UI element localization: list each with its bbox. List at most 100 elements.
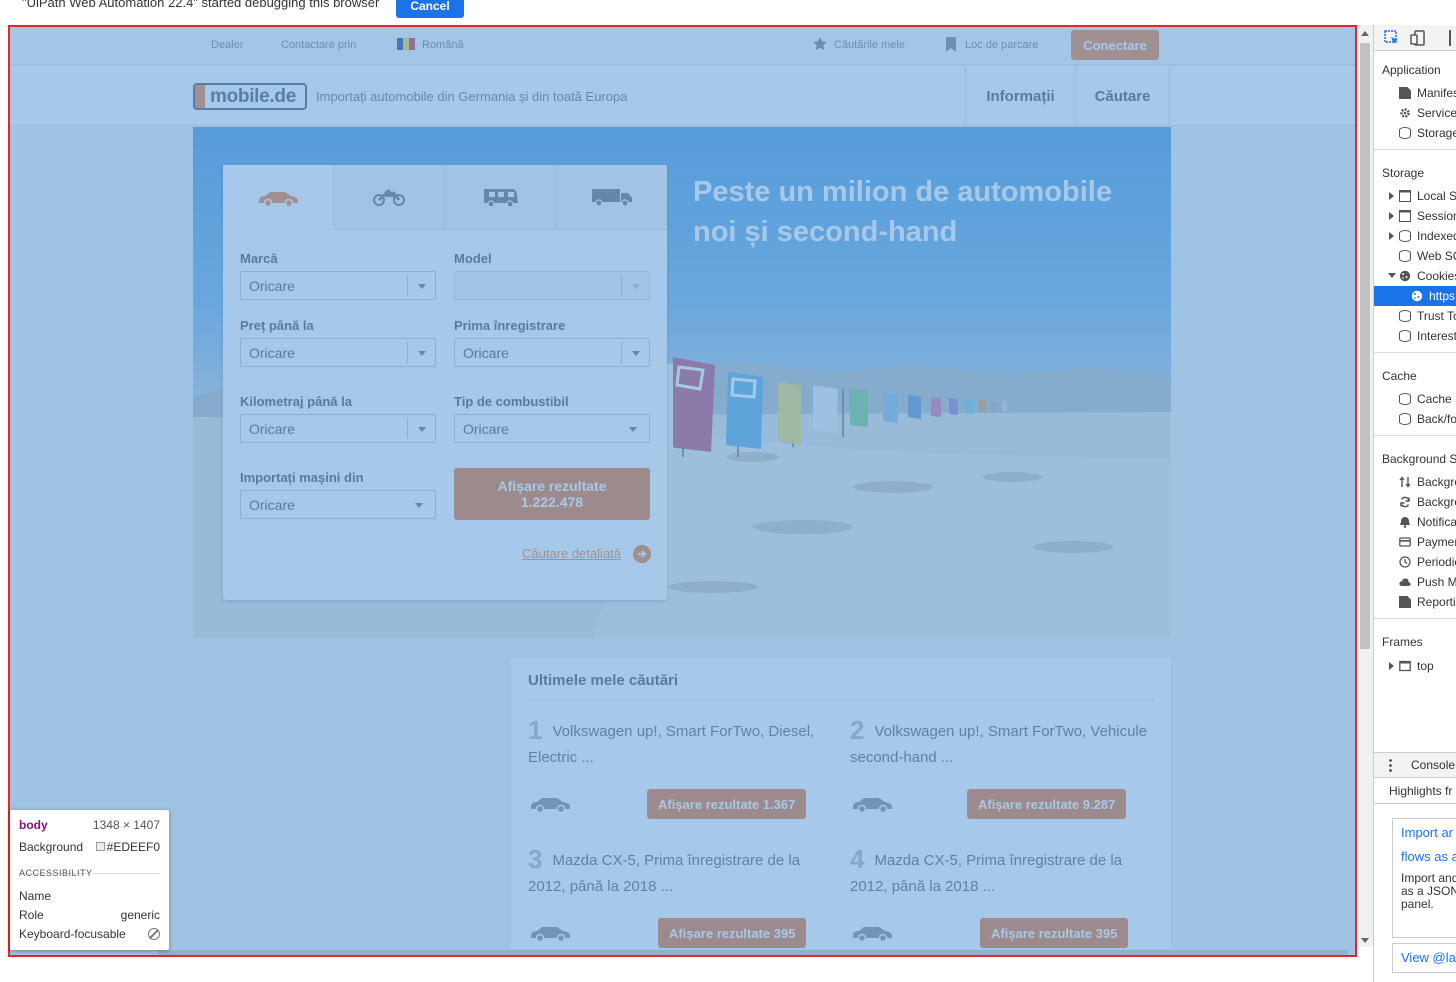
color-swatch <box>95 842 105 851</box>
devtools-item-payment-handler[interactable]: Paymen <box>1374 532 1456 552</box>
expand-arrow-icon[interactable] <box>1389 192 1394 200</box>
recent-search-number: 4 <box>850 844 865 874</box>
nav-information[interactable]: Informații <box>965 66 1075 126</box>
parking-link[interactable]: Loc de parcare <box>965 39 1038 51</box>
saved-searches-link[interactable]: Căutările mele <box>834 39 905 51</box>
recent-search-show-button[interactable]: Afișare rezultate 1.367 <box>647 789 807 819</box>
devtools-item-interest-groups[interactable]: Interest <box>1374 326 1456 346</box>
tab-motorhome[interactable] <box>444 165 556 230</box>
nav-search[interactable]: Căutare <box>1075 66 1170 126</box>
horizontal-scrollbar[interactable] <box>8 949 1357 957</box>
view-link[interactable]: View @la <box>1401 950 1456 965</box>
recent-search-show-button[interactable]: Afișare rezultate 395 <box>980 918 1129 948</box>
devtools-item-cache-storage[interactable]: Cache S <box>1374 389 1456 409</box>
table-icon <box>1399 210 1411 222</box>
frame-icon <box>1399 660 1411 672</box>
expand-arrow-icon[interactable] <box>1389 662 1394 670</box>
devtools-item-frame-top[interactable]: top <box>1374 656 1456 676</box>
devtools-panel: Application Manifest Service Storage Sto… <box>1373 25 1456 982</box>
mileage-select-value: Oricare <box>249 421 295 437</box>
recent-search-text: Mazda CX-5, Prima înregistrare de la 201… <box>850 852 1123 895</box>
console-tab[interactable]: Console <box>1411 758 1455 772</box>
cancel-debug-button[interactable]: Cancel <box>396 0 464 18</box>
connect-button[interactable]: Conectare <box>1071 30 1159 60</box>
highlights-panel-header: Highlights fr <box>1374 778 1456 804</box>
devtools-scrollbar[interactable] <box>1357 25 1373 947</box>
devtools-item-notifications[interactable]: Notifica <box>1374 512 1456 532</box>
make-select[interactable]: Oricare <box>240 271 436 300</box>
devtools-item-trust-tokens[interactable]: Trust To <box>1374 306 1456 326</box>
recent-search-text: Volkswagen up!, Smart ForTwo, Diesel, El… <box>528 723 815 766</box>
detailed-search-link[interactable]: Căutare detaliată <box>522 546 621 561</box>
expand-arrow-icon[interactable] <box>1389 232 1394 240</box>
highlights-tab[interactable]: Highlights fr <box>1389 784 1452 798</box>
credit-card-icon <box>1399 537 1411 547</box>
fuel-type-select[interactable]: Oricare <box>454 414 650 443</box>
scroll-up-icon[interactable] <box>1361 31 1369 36</box>
language-selector[interactable]: Română <box>422 39 464 51</box>
show-results-button[interactable]: Afișare rezultate 1.222.478 <box>454 468 650 520</box>
kebab-menu-icon[interactable] <box>1389 758 1392 772</box>
import-flows-link-continued[interactable]: flows as a <box>1401 849 1456 864</box>
devtools-item-indexeddb[interactable]: Indexed <box>1374 226 1456 246</box>
price-select[interactable]: Oricare <box>240 338 436 367</box>
devtools-item-background-fetch[interactable]: Backgro <box>1374 472 1456 492</box>
devtools-item-periodic-sync[interactable]: Periodic <box>1374 552 1456 572</box>
device-toolbar-icon[interactable] <box>1410 30 1426 46</box>
devtools-item-cookies[interactable]: Cookies <box>1374 266 1456 286</box>
contact-link[interactable]: Contactare prin <box>281 39 356 51</box>
devtools-item-background-sync[interactable]: Backgro <box>1374 492 1456 512</box>
collapse-arrow-icon[interactable] <box>1388 273 1396 278</box>
car-icon <box>531 927 570 943</box>
model-select[interactable] <box>454 271 650 300</box>
recent-search-item[interactable]: 4 Mazda CX-5, Prima înregistrare de la 20… <box>850 844 1150 898</box>
table-icon <box>1399 190 1411 202</box>
tab-truck[interactable] <box>555 165 667 230</box>
recent-searches-title: Ultimele mele căutări <box>528 672 679 689</box>
tooltip-tag: body <box>19 818 48 832</box>
devtools-item-cookies-https[interactable]: https <box>1374 286 1456 306</box>
mobile-de-logo[interactable]: mobile.de <box>193 83 307 110</box>
recent-search-item[interactable]: 2 Volkswagen up!, Smart ForTwo, Vehicule … <box>850 715 1150 769</box>
cloud-icon <box>1399 578 1411 586</box>
devtools-item-local-storage[interactable]: Local St <box>1374 186 1456 206</box>
make-select-value: Oricare <box>249 278 295 294</box>
arrow-right-icon[interactable] <box>633 545 651 563</box>
model-label: Model <box>454 251 492 266</box>
logo-text: mobile.de <box>210 85 296 107</box>
dealer-link[interactable]: Dealer <box>211 39 243 51</box>
recent-search-show-button[interactable]: Afișare rezultate 9.287 <box>967 789 1127 819</box>
recent-search-item[interactable]: 1 Volkswagen up!, Smart ForTwo, Diesel, E… <box>528 715 828 769</box>
devtools-item-reporting-api[interactable]: Reporti <box>1374 592 1456 612</box>
scroll-down-icon[interactable] <box>1361 938 1369 943</box>
devtools-item-push-messaging[interactable]: Push M <box>1374 572 1456 592</box>
devtools-item-service-workers[interactable]: Service <box>1374 103 1456 123</box>
devtools-item-manifest[interactable]: Manifest <box>1374 83 1456 103</box>
expand-arrow-icon[interactable] <box>1389 212 1394 220</box>
chevron-down-icon <box>415 503 423 508</box>
mileage-label: Kilometraj până la <box>240 394 352 409</box>
first-registration-select[interactable]: Oricare <box>454 338 650 367</box>
first-registration-value: Oricare <box>463 345 509 361</box>
tooltip-accessibility-heading: ACCESSIBILITY <box>19 868 93 878</box>
fuel-type-value: Oricare <box>463 421 509 437</box>
devtools-item-web-sql[interactable]: Web SQ <box>1374 246 1456 266</box>
promo-description: Import and as a JSON panel. <box>1401 871 1456 911</box>
devtools-item-session-storage[interactable]: Session <box>1374 206 1456 226</box>
import-from-select[interactable]: Oricare <box>240 490 436 519</box>
devtools-item-storage[interactable]: Storage <box>1374 123 1456 143</box>
tab-motorbike[interactable] <box>333 165 445 230</box>
tab-car[interactable] <box>223 165 334 230</box>
recent-search-show-button[interactable]: Afișare rezultate 395 <box>658 918 807 948</box>
inspect-element-icon[interactable] <box>1384 30 1400 46</box>
devtools-item-back-forward-cache[interactable]: Back/fo <box>1374 409 1456 429</box>
recent-search-item[interactable]: 3 Mazda CX-5, Prima înregistrare de la 20… <box>528 844 828 898</box>
truck-icon <box>591 189 632 207</box>
import-flows-link[interactable]: Import ar <box>1401 825 1453 840</box>
mileage-select[interactable]: Oricare <box>240 414 436 443</box>
not-focusable-icon <box>148 928 160 940</box>
debug-banner-text: "UiPath Web Automation 22.4" started deb… <box>22 0 380 10</box>
chevron-down-icon <box>629 427 637 432</box>
import-from-value: Oricare <box>249 497 295 513</box>
more-tabs-icon[interactable] <box>1449 30 1451 46</box>
